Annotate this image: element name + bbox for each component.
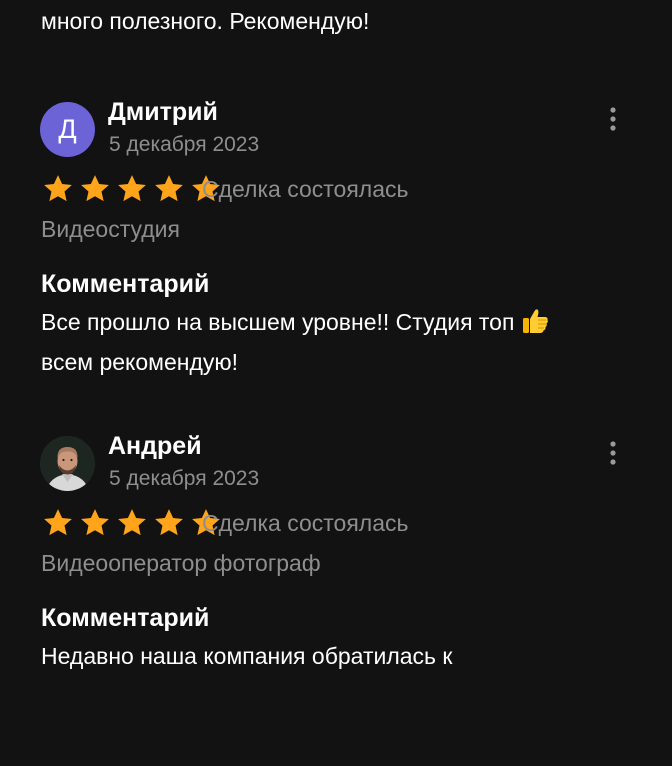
avatar-initial: Д [58,114,77,144]
deal-status: Сделка состоялась [202,176,409,202]
star-icon [118,175,146,202]
star-icon [155,175,183,202]
review-card: Андрей 5 декабря 2023 Сделка состоялась … [0,432,672,766]
comment-title: Комментарий [41,270,210,298]
rating-stars [41,172,223,206]
review-category: Видеооператор фотограф [41,550,321,576]
thumbs-up-emoji-icon [520,306,550,345]
comment-text: Все прошло на высшем уровне!! Студия топ… [41,305,641,379]
comment-title: Комментарий [41,604,210,632]
star-icon [155,509,183,536]
reviewer-name[interactable]: Дмитрий [108,95,218,129]
previous-review-text-tail: много полезного. Рекомендую! [41,8,370,34]
review-date: 5 декабря 2023 [109,467,260,490]
review-date: 5 декабря 2023 [109,133,260,156]
review-card: Д Дмитрий 5 декабря 2023 Сделка состояла… [0,98,672,432]
more-vertical-icon[interactable] [598,439,628,469]
star-icon [81,175,109,202]
profile-photo [40,436,95,491]
star-icon [81,509,109,536]
star-icon [44,509,72,536]
comment-line: Недавно наша компания обратилась к [41,643,453,669]
star-icon [44,175,72,202]
star-icon [118,509,146,536]
comment-text: Недавно наша компания обратилась к [41,639,641,673]
avatar[interactable] [40,436,95,491]
comment-line: Все прошло на высшем уровне!! Студия топ [41,309,515,335]
reviewer-name[interactable]: Андрей [108,429,202,463]
more-vertical-icon[interactable] [598,105,628,135]
avatar[interactable]: Д [40,102,95,157]
comment-line: всем рекомендую! [41,349,239,375]
rating-stars [41,506,223,540]
review-category: Видеостудия [41,216,180,242]
deal-status: Сделка состоялась [202,510,409,536]
